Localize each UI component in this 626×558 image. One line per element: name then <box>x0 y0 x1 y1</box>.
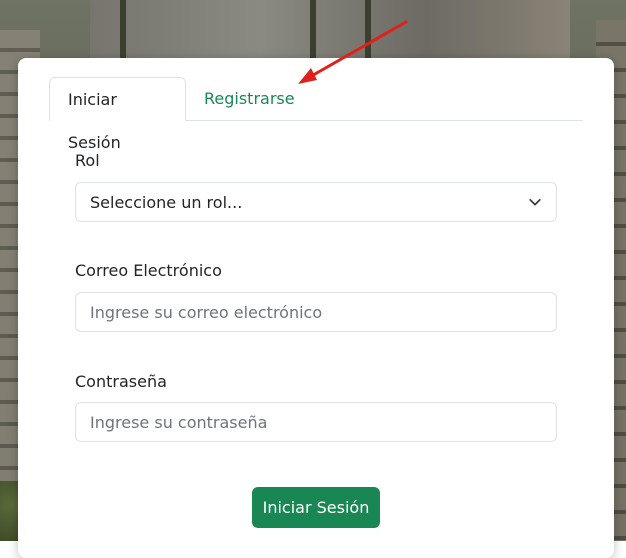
background-tree <box>310 0 316 58</box>
login-submit-button[interactable]: Iniciar Sesión <box>252 487 380 528</box>
chevron-down-icon <box>529 198 541 206</box>
auth-tabs: Iniciar Sesión Registrarse <box>49 77 583 152</box>
auth-card: Iniciar Sesión Registrarse Rol Seleccion… <box>18 58 614 558</box>
email-label: Correo Electrónico <box>75 261 222 280</box>
background-sky <box>90 0 570 58</box>
role-label: Rol <box>75 151 100 170</box>
tab-login[interactable]: Iniciar Sesión <box>49 77 186 152</box>
background-tree <box>120 0 126 58</box>
email-field[interactable] <box>75 292 557 332</box>
tab-register[interactable]: Registrarse <box>186 77 313 120</box>
background-tree <box>365 0 371 58</box>
role-select-value: Seleccione un rol... <box>90 192 243 212</box>
role-select[interactable]: Seleccione un rol... <box>75 182 557 222</box>
password-field[interactable] <box>75 402 557 442</box>
password-label: Contraseña <box>75 372 167 391</box>
